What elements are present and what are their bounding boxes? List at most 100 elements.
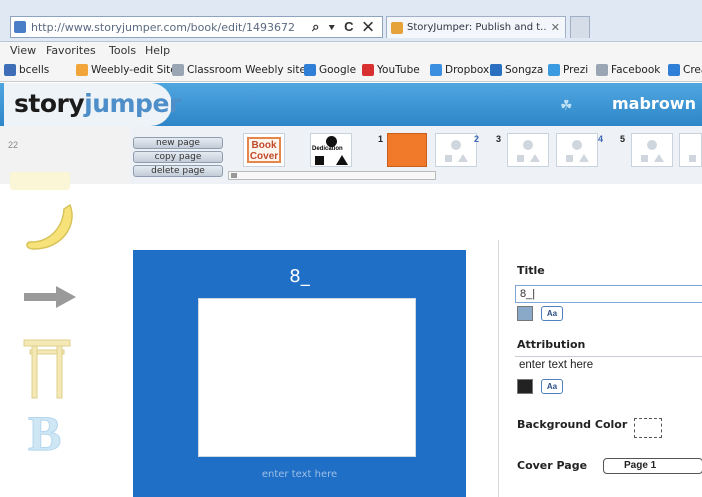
page-strip-scrollbar[interactable] xyxy=(228,171,436,180)
weebly-icon xyxy=(76,64,88,76)
thumb-page-2[interactable] xyxy=(435,133,477,167)
placeholder-square-icon xyxy=(566,155,573,162)
background-color-label: Background Color xyxy=(517,418,628,431)
page-indicator: 22 xyxy=(8,140,19,150)
browser-chrome: http://www.storyjumper.com/book/edit/149… xyxy=(0,0,702,42)
clipart-yellow-shape[interactable] xyxy=(10,172,70,190)
songza-icon xyxy=(490,64,502,76)
thumb-page-1[interactable] xyxy=(387,133,427,167)
tab-title: StoryJumper: Publish and t... xyxy=(407,22,547,33)
menu-view[interactable]: View xyxy=(10,44,36,57)
menu-help[interactable]: Help xyxy=(145,44,170,57)
bookmark-dropbox[interactable]: Dropbox xyxy=(430,64,489,76)
dedication-label: Dedication xyxy=(312,146,343,152)
attribution-divider xyxy=(515,356,702,357)
cover-page-select[interactable]: Page 1 xyxy=(603,458,702,474)
bookmark-crea[interactable]: Crea xyxy=(668,64,702,76)
page-number-5: 5 xyxy=(620,134,626,144)
placeholder-square-icon xyxy=(517,155,524,162)
title-color-swatch[interactable] xyxy=(517,306,533,321)
placeholder-square-icon xyxy=(641,155,648,162)
page-number-1: 1 xyxy=(378,134,384,144)
cart-icon[interactable]: ☘ xyxy=(560,97,573,114)
bookmark-bcells[interactable]: bcells xyxy=(4,64,49,76)
attribution-label: Attribution xyxy=(517,338,586,351)
page-number-3: 3 xyxy=(496,134,502,144)
address-url[interactable]: http://www.storyjumper.com/book/edit/149… xyxy=(31,21,295,34)
bookmark-icon xyxy=(4,64,16,76)
dropbox-icon xyxy=(430,64,442,76)
menu-favorites[interactable]: Favorites xyxy=(46,44,96,57)
page-number-4: 4 xyxy=(598,134,604,144)
book-cover-canvas[interactable]: 8_ enter text here xyxy=(133,250,466,497)
triangle-shape xyxy=(336,155,348,165)
site-favicon-icon xyxy=(14,21,26,33)
placeholder-circle-icon xyxy=(523,140,533,150)
placeholder-circle-icon xyxy=(647,140,657,150)
bookmark-weebly-edit[interactable]: Weebly-edit Site xyxy=(76,64,177,76)
browser-tab[interactable]: StoryJumper: Publish and t... ✕ xyxy=(386,16,566,38)
arrow-right-icon[interactable] xyxy=(22,284,78,310)
bookmark-google[interactable]: Google xyxy=(304,64,356,76)
address-bar[interactable]: http://www.storyjumper.com/book/edit/149… xyxy=(10,16,383,38)
clipart-panel: B xyxy=(0,172,130,497)
new-page-button[interactable]: new page xyxy=(133,137,223,149)
square-shape xyxy=(315,156,324,165)
thumb-page-5[interactable] xyxy=(631,133,673,167)
title-input[interactable]: 8_| xyxy=(515,285,702,303)
bookmark-classroom-weebly[interactable]: Classroom Weebly site xyxy=(172,64,306,76)
attribution-font-button[interactable]: Aa xyxy=(541,379,563,394)
bookmarks-bar: bcells Weebly-edit Site Classroom Weebly… xyxy=(0,60,702,82)
username[interactable]: mabrown xyxy=(612,94,696,113)
placeholder-circle-icon xyxy=(572,140,582,150)
tab-favicon-icon xyxy=(391,22,403,34)
cover-page-label: Cover Page xyxy=(517,459,588,472)
page-icon xyxy=(172,64,184,76)
copy-page-button[interactable]: copy page xyxy=(133,151,223,163)
canvas-attribution-text[interactable]: enter text here xyxy=(133,469,466,480)
title-font-button[interactable]: Aa xyxy=(541,306,563,321)
background-color-picker[interactable] xyxy=(634,418,662,438)
thumb-page-3[interactable] xyxy=(507,133,549,167)
placeholder-circle-icon xyxy=(451,140,461,150)
bookmark-youtube[interactable]: YouTube xyxy=(362,64,420,76)
banana-icon[interactable] xyxy=(22,201,78,253)
svg-text:B: B xyxy=(28,405,61,456)
letter-b-icon[interactable]: B xyxy=(26,404,74,457)
logo-text-jumper: jumper xyxy=(84,89,181,118)
bookmark-facebook[interactable]: Facebook xyxy=(596,64,660,76)
canvas-image-area[interactable] xyxy=(198,298,416,457)
delete-page-button[interactable]: delete page xyxy=(133,165,223,177)
new-tab-button[interactable] xyxy=(570,16,590,38)
menu-tools[interactable]: Tools xyxy=(109,44,136,57)
bookmark-prezi[interactable]: Prezi xyxy=(548,64,588,76)
scrollbar-thumb[interactable] xyxy=(231,173,237,178)
address-controls[interactable]: ⌕ ▾ C ✕ xyxy=(312,19,376,35)
canvas-title-text[interactable]: 8_ xyxy=(133,266,466,287)
thumb-book-cover[interactable]: Book Cover xyxy=(243,133,285,167)
menu-bar: View Favorites Tools Help xyxy=(0,42,702,60)
attribution-color-swatch[interactable] xyxy=(517,379,533,394)
close-tab-icon[interactable]: ✕ xyxy=(551,21,560,34)
attribution-input[interactable]: enter text here xyxy=(519,359,593,371)
placeholder-square-icon xyxy=(689,155,696,162)
thumb-dedication[interactable]: Dedication xyxy=(310,133,352,167)
placeholder-triangle-icon xyxy=(530,154,540,162)
torii-gate-icon[interactable] xyxy=(22,336,72,400)
thumb-page-4[interactable] xyxy=(556,133,598,167)
properties-panel: Title 8_| Aa Attribution enter text here… xyxy=(498,240,702,497)
youtube-icon xyxy=(362,64,374,76)
storyjumper-logo[interactable]: storyjumper xyxy=(4,83,181,126)
placeholder-triangle-icon xyxy=(654,154,664,162)
logo-text-story: story xyxy=(14,89,85,118)
page-icon xyxy=(596,64,608,76)
page-number-2: 2 xyxy=(474,134,480,144)
google-icon xyxy=(304,64,316,76)
prezi-icon xyxy=(548,64,560,76)
bookmark-icon xyxy=(668,64,680,76)
thumb-page-6[interactable] xyxy=(679,133,702,167)
app-header: storyjumper ☘ mabrown xyxy=(0,83,702,126)
placeholder-triangle-icon xyxy=(458,154,468,162)
placeholder-triangle-icon xyxy=(579,154,589,162)
bookmark-songza[interactable]: Songza xyxy=(490,64,543,76)
